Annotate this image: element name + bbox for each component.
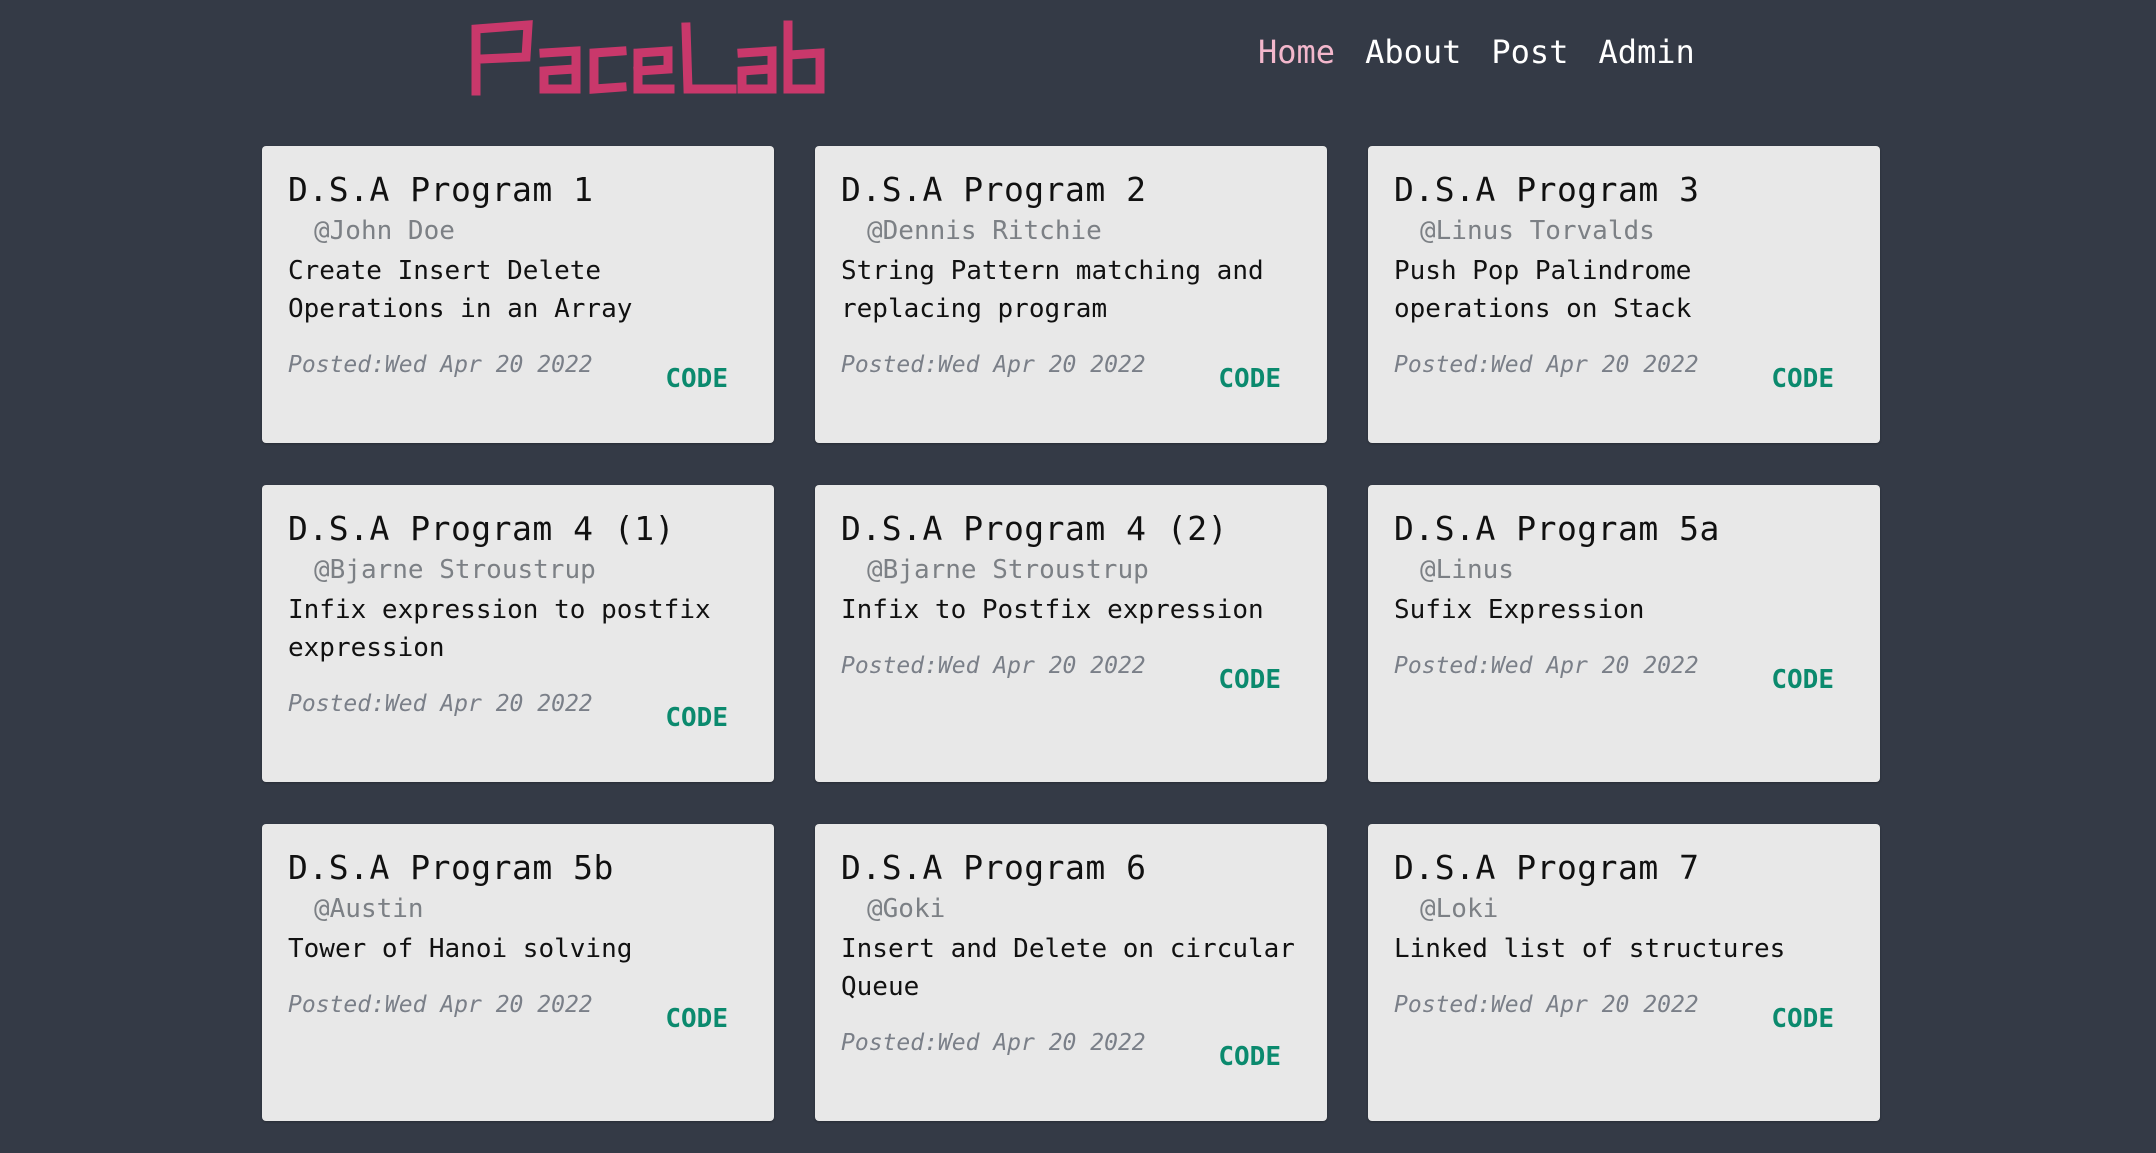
code-link[interactable]: CODE <box>1218 1042 1281 1072</box>
brand-logo[interactable] <box>470 14 825 100</box>
post-footer: Posted:Wed Apr 20 2022 CODE <box>1394 990 1854 1034</box>
post-author: @Goki <box>867 894 946 924</box>
post-author: @Linus <box>1420 555 1514 585</box>
nav-link-about[interactable]: About <box>1365 30 1461 74</box>
post-footer: Posted:Wed Apr 20 2022 CODE <box>841 651 1301 695</box>
nav-link-home[interactable]: Home <box>1258 30 1335 74</box>
post-title: D.S.A Program 3 <box>1394 170 1700 209</box>
post-footer: Posted:Wed Apr 20 2022 CODE <box>1394 350 1854 394</box>
post-author: @Bjarne Stroustrup <box>314 555 596 585</box>
post-card: D.S.A Program 1 @John Doe Create Insert … <box>262 146 774 443</box>
post-card: D.S.A Program 5a @Linus Sufix Expression… <box>1368 485 1880 782</box>
post-date: Posted:Wed Apr 20 2022 <box>841 653 1146 679</box>
code-link[interactable]: CODE <box>1218 364 1281 394</box>
post-date: Posted:Wed Apr 20 2022 <box>1394 992 1699 1018</box>
code-link[interactable]: CODE <box>665 703 728 733</box>
post-date: Posted:Wed Apr 20 2022 <box>841 1030 1146 1056</box>
nav-link-admin[interactable]: Admin <box>1598 30 1694 74</box>
code-link[interactable]: CODE <box>665 1004 728 1034</box>
post-card: D.S.A Program 2 @Dennis Ritchie String P… <box>815 146 1327 443</box>
post-date: Posted:Wed Apr 20 2022 <box>288 691 593 717</box>
post-card: D.S.A Program 3 @Linus Torvalds Push Pop… <box>1368 146 1880 443</box>
post-author: @Austin <box>314 894 424 924</box>
post-title: D.S.A Program 4 (1) <box>288 509 675 548</box>
post-card: D.S.A Program 7 @Loki Linked list of str… <box>1368 824 1880 1121</box>
post-description: Sufix Expression <box>1394 595 1645 625</box>
post-date: Posted:Wed Apr 20 2022 <box>1394 352 1699 378</box>
post-card: D.S.A Program 6 @Goki Insert and Delete … <box>815 824 1327 1121</box>
post-description: Linked list of structures <box>1394 934 1786 964</box>
code-link[interactable]: CODE <box>665 364 728 394</box>
post-card: D.S.A Program 4 (2) @Bjarne Stroustrup I… <box>815 485 1327 782</box>
post-footer: Posted:Wed Apr 20 2022 CODE <box>841 350 1301 394</box>
post-date: Posted:Wed Apr 20 2022 <box>841 352 1146 378</box>
post-title: D.S.A Program 4 (2) <box>841 509 1228 548</box>
post-description: Insert and Delete on circular Queue <box>841 934 1295 1002</box>
post-date: Posted:Wed Apr 20 2022 <box>288 352 593 378</box>
post-description: Create Insert Delete Operations in an Ar… <box>288 256 633 324</box>
post-author: @Dennis Ritchie <box>867 216 1102 246</box>
site-header: Home About Post Admin <box>0 0 2156 110</box>
post-description: String Pattern matching and replacing pr… <box>841 256 1264 324</box>
posts-grid: D.S.A Program 1 @John Doe Create Insert … <box>262 146 1880 1121</box>
post-date: Posted:Wed Apr 20 2022 <box>288 992 593 1018</box>
post-date: Posted:Wed Apr 20 2022 <box>1394 653 1699 679</box>
post-title: D.S.A Program 6 <box>841 848 1147 887</box>
post-footer: Posted:Wed Apr 20 2022 CODE <box>841 1028 1301 1072</box>
code-link[interactable]: CODE <box>1771 665 1834 695</box>
post-footer: Posted:Wed Apr 20 2022 CODE <box>288 350 748 394</box>
post-description: Tower of Hanoi solving <box>288 934 633 964</box>
post-footer: Posted:Wed Apr 20 2022 CODE <box>288 689 748 733</box>
post-description: Infix expression to postfix expression <box>288 595 711 663</box>
main-nav: Home About Post Admin <box>1258 30 1695 74</box>
code-link[interactable]: CODE <box>1771 1004 1834 1034</box>
nav-link-post[interactable]: Post <box>1491 30 1568 74</box>
post-title: D.S.A Program 1 <box>288 170 594 209</box>
post-title: D.S.A Program 2 <box>841 170 1147 209</box>
post-author: @Linus Torvalds <box>1420 216 1655 246</box>
code-link[interactable]: CODE <box>1218 665 1281 695</box>
post-card: D.S.A Program 5b @Austin Tower of Hanoi … <box>262 824 774 1121</box>
post-footer: Posted:Wed Apr 20 2022 CODE <box>1394 651 1854 695</box>
post-author: @John Doe <box>314 216 455 246</box>
post-description: Push Pop Palindrome operations on Stack <box>1394 256 1692 324</box>
post-title: D.S.A Program 5a <box>1394 509 1720 548</box>
post-author: @Bjarne Stroustrup <box>867 555 1149 585</box>
pacelab-logo-graphic <box>471 20 825 96</box>
post-card: D.S.A Program 4 (1) @Bjarne Stroustrup I… <box>262 485 774 782</box>
post-title: D.S.A Program 7 <box>1394 848 1700 887</box>
post-description: Infix to Postfix expression <box>841 595 1264 625</box>
post-author: @Loki <box>1420 894 1499 924</box>
code-link[interactable]: CODE <box>1771 364 1834 394</box>
post-title: D.S.A Program 5b <box>288 848 614 887</box>
post-footer: Posted:Wed Apr 20 2022 CODE <box>288 990 748 1034</box>
